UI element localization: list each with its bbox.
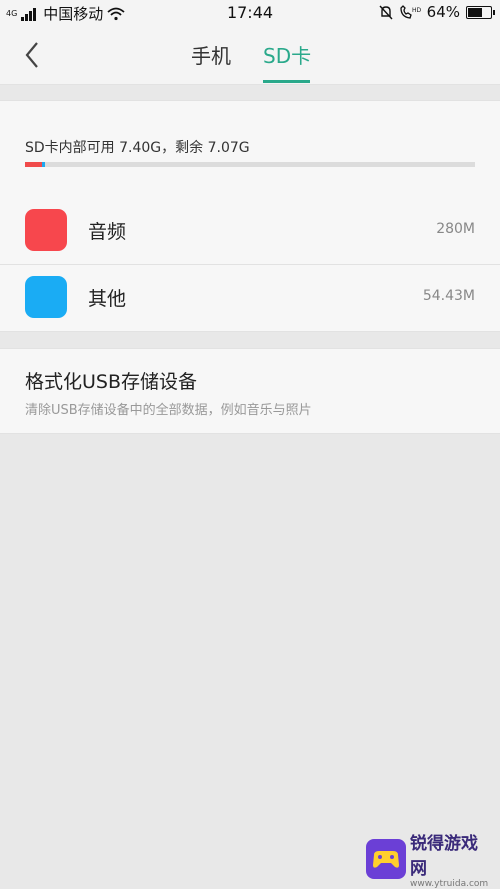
category-label: 其他 <box>88 288 127 310</box>
format-title: 格式化USB存储设备 <box>25 371 198 393</box>
format-usb-storage-item[interactable]: 格式化USB存储设备 清除USB存储设备中的全部数据，例如音乐与照片 <box>0 348 500 434</box>
other-color-swatch <box>25 276 67 318</box>
watermark-url: www.ytruida.com <box>410 879 489 889</box>
battery-percent: 64% <box>426 3 460 21</box>
active-tab-indicator <box>263 80 310 83</box>
bell-muted-icon <box>379 5 393 19</box>
category-label: 音频 <box>88 221 127 243</box>
top-bar: 手机 SD卡 <box>0 26 500 85</box>
svg-text:HD: HD <box>412 7 421 14</box>
list-item-other[interactable]: 其他 54.43M <box>0 264 500 330</box>
category-size: 280M <box>436 221 475 237</box>
watermark-name: 锐得游戏网 <box>410 834 478 879</box>
list-item-audio[interactable]: 音频 280M <box>0 197 500 263</box>
gamepad-logo-icon <box>366 839 406 879</box>
category-size: 54.43M <box>422 288 475 304</box>
status-bar: 4G 中国移动 17:44 HD 64% <box>0 0 500 26</box>
hd-call-icon: HD <box>400 4 421 19</box>
storage-summary-text: SD卡内部可用 7.40G，剩余 7.07G <box>25 140 250 156</box>
back-arrow-icon[interactable] <box>20 38 50 72</box>
category-list: 音频 280M 其他 54.43M <box>0 197 500 332</box>
tab-phone[interactable]: 手机 <box>191 40 231 69</box>
audio-color-swatch <box>25 209 67 251</box>
format-description: 清除USB存储设备中的全部数据，例如音乐与照片 <box>25 403 312 418</box>
storage-summary-card: SD卡内部可用 7.40G，剩余 7.07G <box>0 100 500 198</box>
battery-icon <box>466 5 495 19</box>
storage-usage-bar <box>25 162 475 167</box>
usage-segment <box>25 162 42 167</box>
watermark: 锐得游戏网 www.ytruida.com <box>366 833 494 889</box>
usage-segment <box>41 162 45 167</box>
tab-sd-card[interactable]: SD卡 <box>263 40 311 69</box>
